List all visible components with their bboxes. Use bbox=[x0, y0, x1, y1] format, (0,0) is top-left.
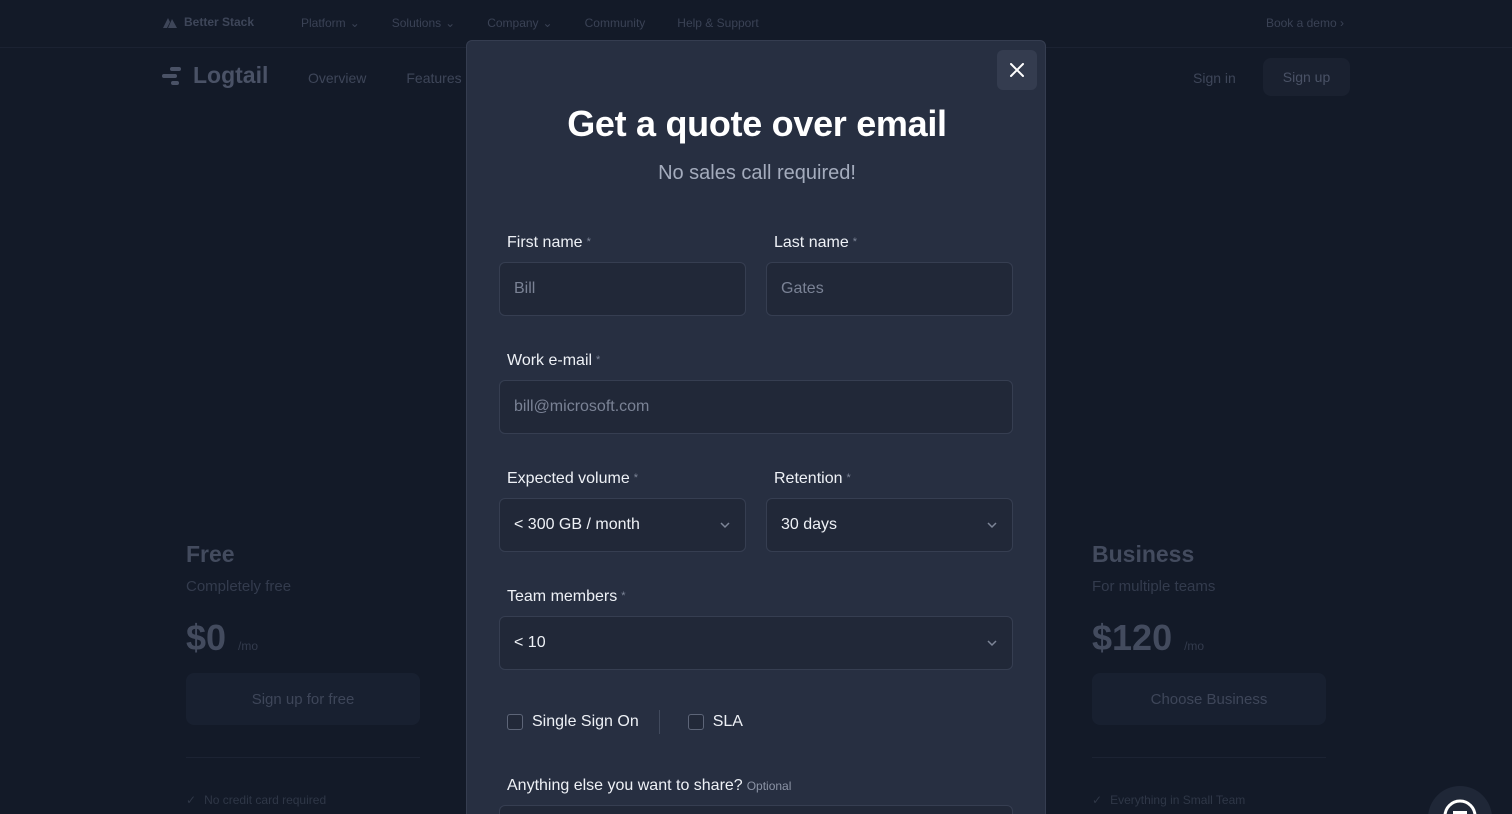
close-icon bbox=[1010, 63, 1024, 77]
nav-overview[interactable]: Overview bbox=[308, 70, 366, 86]
better-stack-brand[interactable]: Better Stack bbox=[162, 15, 254, 29]
sign-up-button[interactable]: Sign up bbox=[1263, 58, 1350, 96]
nav-solutions[interactable]: Solutions ⌄ bbox=[392, 16, 455, 30]
nav-features[interactable]: Features bbox=[406, 70, 461, 86]
chevron-down-icon bbox=[987, 640, 997, 647]
team-members-select[interactable]: < 10 bbox=[499, 616, 1013, 670]
addon-checkboxes: Single Sign On SLA bbox=[507, 709, 743, 735]
top-nav: Platform ⌄ Solutions ⌄ Company ⌄ Community … bbox=[301, 16, 759, 30]
plan-price: $120 /mo bbox=[1092, 617, 1326, 659]
better-stack-label: Better Stack bbox=[184, 15, 255, 29]
chevron-right-icon: › bbox=[1340, 16, 1344, 30]
plan-subtitle: For multiple teams bbox=[1092, 578, 1216, 595]
logtail-label: Logtail bbox=[193, 62, 269, 88]
check-icon: ✓ bbox=[1092, 793, 1103, 807]
chevron-down-icon bbox=[720, 522, 730, 529]
anything-else-label: Anything else you want to share? Optional bbox=[507, 777, 791, 795]
selected-value: < 300 GB / month bbox=[514, 516, 640, 533]
first-name-input[interactable] bbox=[499, 262, 746, 316]
chevron-down-icon bbox=[987, 522, 997, 529]
nav-label: Solutions bbox=[391, 16, 442, 30]
choose-business-button[interactable]: Choose Business bbox=[1092, 673, 1326, 725]
nav-label: Company bbox=[487, 16, 539, 30]
label-text: Expected volume bbox=[507, 470, 630, 487]
sign-in-link[interactable]: Sign in bbox=[1193, 70, 1236, 86]
last-name-label: Last name * bbox=[774, 234, 857, 252]
expected-volume-select[interactable]: < 300 GB / month bbox=[499, 498, 746, 552]
plan-card-business: Business For multiple teams $120 /mo Cho… bbox=[1092, 541, 1326, 807]
modal-tagline: No sales call required! bbox=[658, 162, 856, 184]
divider bbox=[658, 710, 660, 734]
sign-up-free-button[interactable]: Sign up for free bbox=[186, 673, 420, 725]
sla-checkbox[interactable]: SLA bbox=[687, 713, 743, 731]
book-demo-link[interactable]: Book a demo › bbox=[1266, 16, 1344, 30]
single-sign-on-checkbox[interactable]: Single Sign On bbox=[507, 713, 639, 731]
nav-platform[interactable]: Platform ⌄ bbox=[301, 16, 360, 30]
selected-value: < 10 bbox=[514, 634, 546, 651]
checkbox-box[interactable] bbox=[687, 714, 704, 730]
work-email-label: Work e-mail * bbox=[507, 352, 600, 370]
price-period: /mo bbox=[238, 639, 259, 653]
divider bbox=[1092, 757, 1326, 758]
nav-community[interactable]: Community bbox=[585, 16, 646, 30]
price-amount: $0 bbox=[186, 617, 227, 658]
expected-volume-label: Expected volume * bbox=[507, 470, 638, 488]
first-name-label: First name * bbox=[507, 234, 591, 252]
nav-company[interactable]: Company ⌄ bbox=[487, 16, 552, 30]
required-mark: * bbox=[586, 236, 591, 248]
team-members-label: Team members * bbox=[507, 588, 626, 606]
selected-value: 30 days bbox=[781, 516, 838, 533]
label-text: Anything else you want to share? bbox=[507, 777, 743, 794]
chat-widget-button[interactable] bbox=[1428, 786, 1492, 814]
nav-help-support[interactable]: Help & Support bbox=[677, 16, 758, 30]
required-mark: * bbox=[633, 472, 639, 484]
plan-feature: ✓ Everything in Small Team bbox=[1092, 793, 1326, 807]
plan-price: $0 /mo bbox=[186, 617, 420, 659]
checkbox-label: Single Sign On bbox=[532, 713, 639, 730]
price-amount: $120 bbox=[1092, 617, 1173, 658]
nav-label: Platform bbox=[301, 16, 346, 30]
label-text: Team members bbox=[507, 588, 618, 605]
checkbox-box[interactable] bbox=[507, 714, 523, 730]
required-mark: * bbox=[852, 236, 857, 248]
quote-modal: Get a quote over email No sales call req… bbox=[466, 40, 1046, 814]
modal-title: Get a quote over email bbox=[567, 103, 947, 144]
logtail-logo-icon bbox=[162, 66, 181, 85]
plan-name: Business bbox=[1092, 541, 1195, 567]
plan-feature: ✓ No credit card required bbox=[186, 793, 420, 807]
checkbox-label: SLA bbox=[712, 713, 743, 730]
label-text: Last name bbox=[774, 234, 849, 251]
divider bbox=[186, 757, 420, 758]
chevron-down-icon: ⌄ bbox=[349, 16, 360, 30]
price-period: /mo bbox=[1184, 639, 1205, 653]
label-text: Work e-mail bbox=[507, 352, 593, 369]
chevron-down-icon: ⌄ bbox=[445, 16, 456, 30]
better-stack-logo-icon bbox=[163, 18, 177, 28]
close-button[interactable] bbox=[997, 50, 1037, 90]
feature-label: Everything in Small Team bbox=[1110, 793, 1246, 807]
retention-select[interactable]: 30 days bbox=[766, 498, 1013, 552]
check-icon: ✓ bbox=[186, 793, 197, 807]
plan-card-free: Free Completely free $0 /mo Sign up for … bbox=[186, 541, 420, 807]
chat-icon bbox=[1443, 799, 1477, 814]
last-name-input[interactable] bbox=[766, 262, 1013, 316]
chevron-down-icon: ⌄ bbox=[542, 16, 553, 30]
product-nav: Overview Features bbox=[308, 70, 462, 86]
logtail-logo[interactable]: Logtail bbox=[162, 62, 268, 89]
required-mark: * bbox=[621, 590, 626, 602]
required-mark: * bbox=[596, 354, 601, 366]
book-demo-label: Book a demo bbox=[1265, 16, 1337, 30]
plan-name: Free bbox=[186, 541, 235, 567]
anything-else-textarea[interactable] bbox=[499, 805, 1013, 814]
retention-label: Retention * bbox=[774, 470, 851, 488]
work-email-input[interactable] bbox=[499, 380, 1013, 434]
plan-subtitle: Completely free bbox=[186, 578, 292, 595]
feature-label: No credit card required bbox=[204, 793, 327, 807]
required-mark: * bbox=[846, 472, 851, 484]
label-text: First name bbox=[507, 234, 583, 251]
optional-tag: Optional bbox=[746, 779, 792, 793]
label-text: Retention bbox=[774, 470, 843, 487]
